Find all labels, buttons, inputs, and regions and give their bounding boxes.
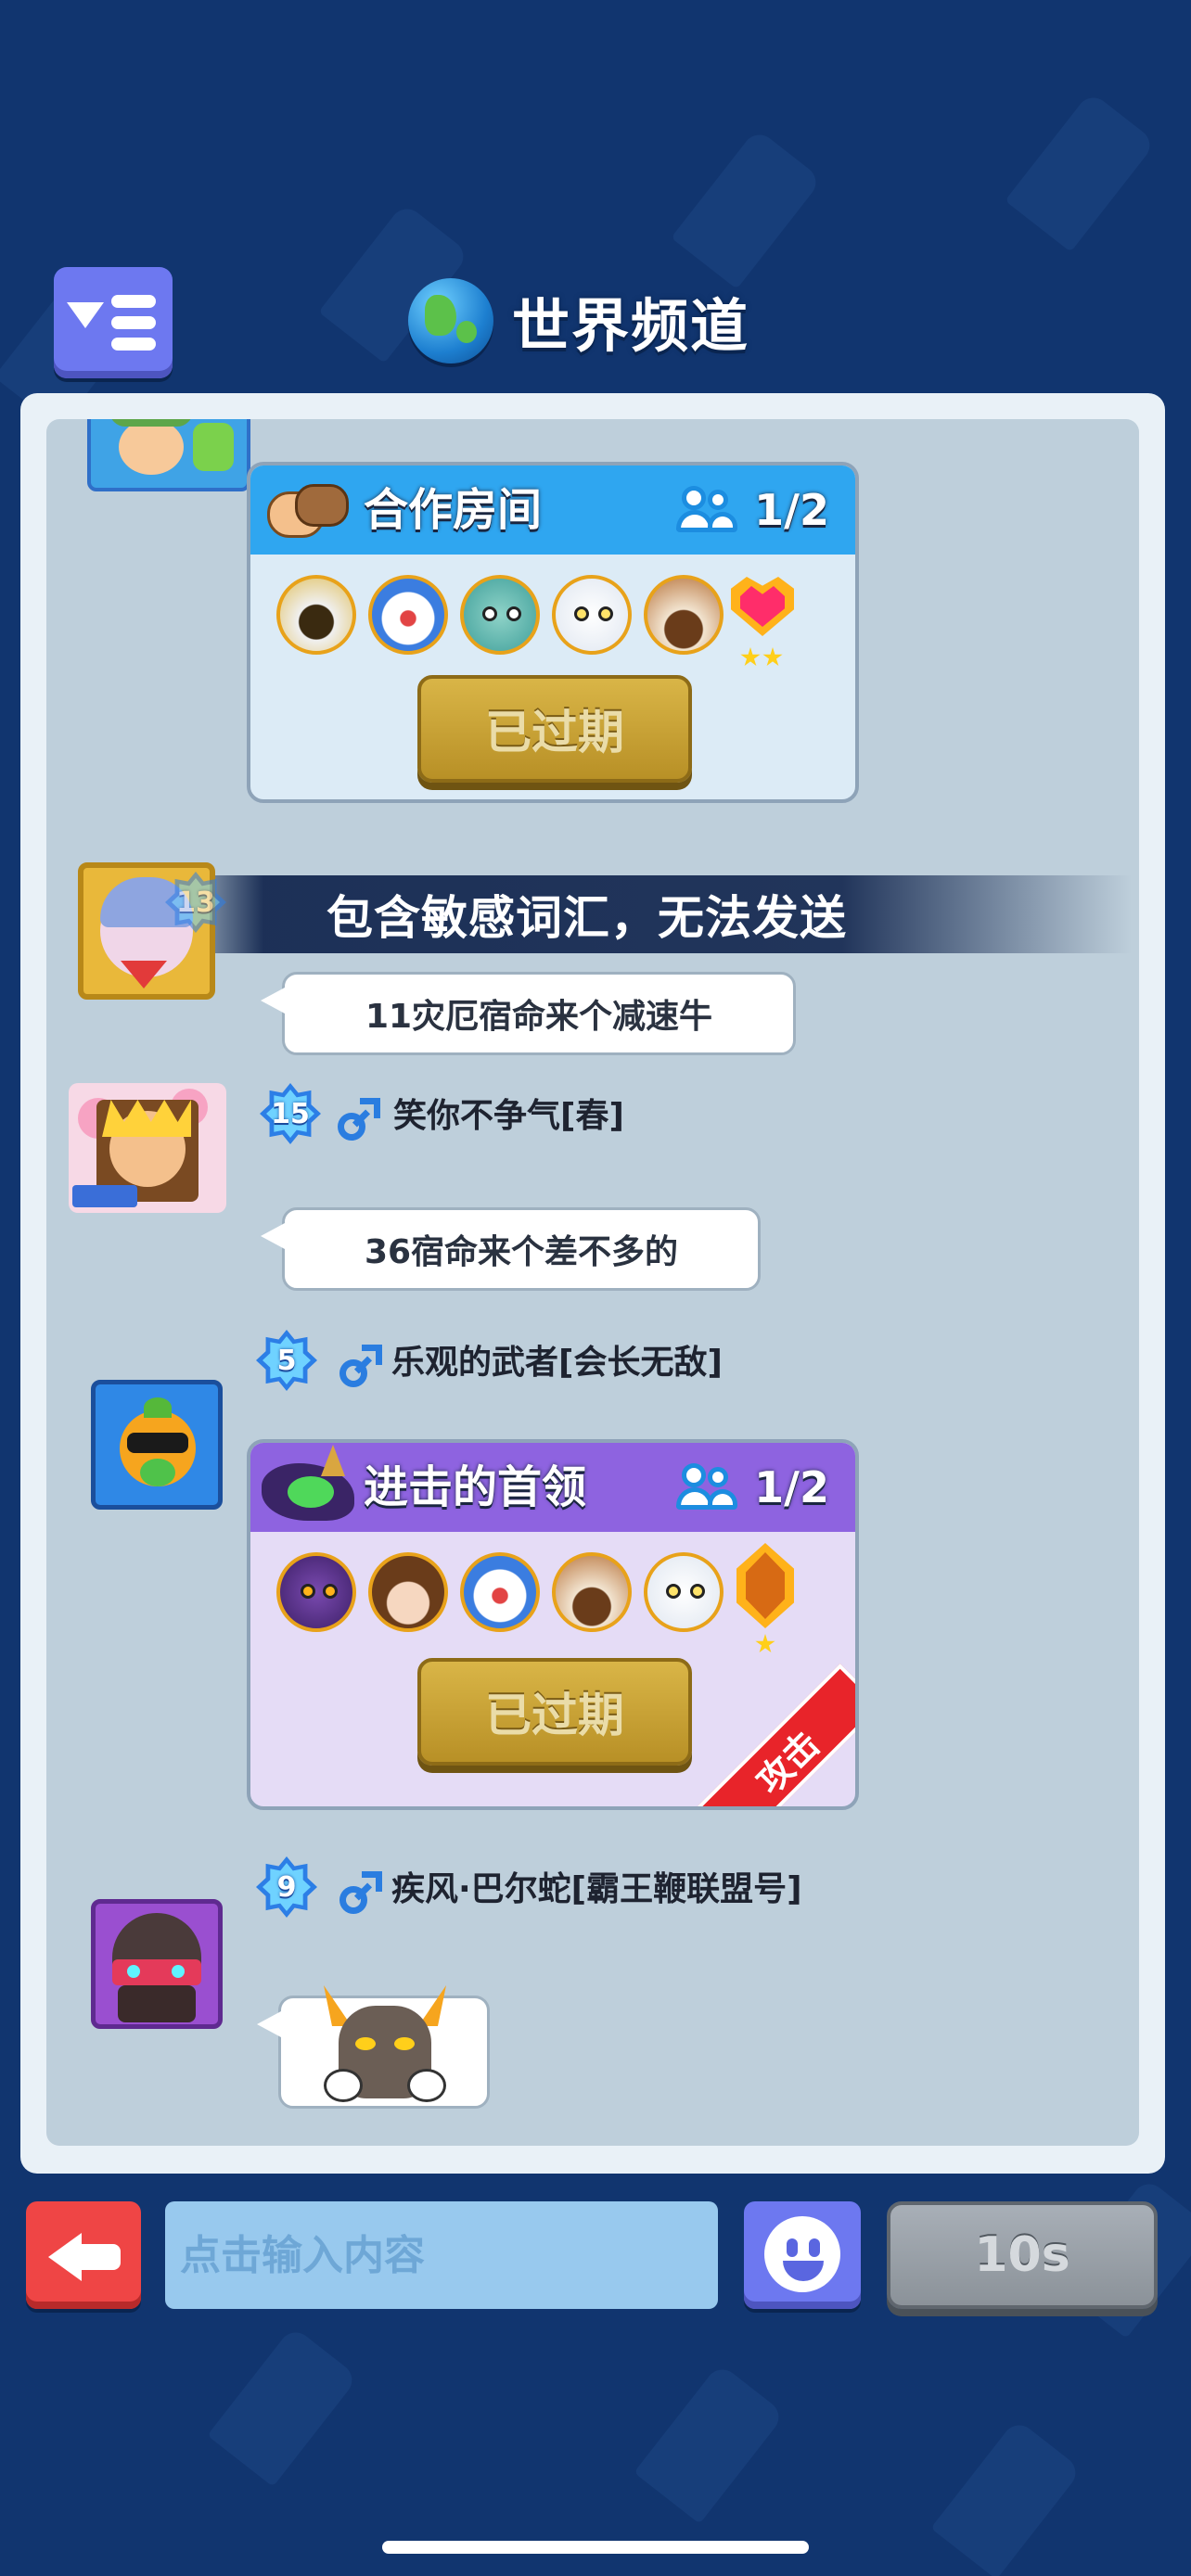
attack-tag: 攻击	[689, 1664, 855, 1806]
system-notice-text: 包含敏感词汇，无法发送	[327, 891, 847, 945]
room-title: 合作房间	[364, 484, 543, 536]
heart-gem-icon	[724, 569, 801, 644]
message-text: 11灾厄宿命来个减速牛	[365, 998, 713, 1036]
chat-bubble: 11灾厄宿命来个减速牛	[261, 972, 796, 1055]
hero-icon	[644, 1552, 724, 1632]
channel-menu-button[interactable]	[54, 267, 173, 378]
hero-icon	[276, 575, 356, 655]
avatar[interactable]	[69, 1083, 226, 1213]
hero-icon	[460, 1552, 540, 1632]
page-header: 世界频道	[408, 265, 749, 376]
player-count-value: 1/2	[754, 1462, 829, 1512]
hero-icon	[276, 1552, 356, 1632]
page-title: 世界频道	[512, 292, 750, 360]
chat-bubble: 36宿命来个差不多的	[261, 1207, 761, 1291]
attack-room-card[interactable]: 进击的首领 1/2 已过期 攻击	[247, 1439, 859, 1810]
avatar[interactable]	[91, 1380, 223, 1510]
coop-room-card[interactable]: 合作房间 1/2 已过期	[247, 462, 859, 803]
hero-icon	[552, 1552, 632, 1632]
expired-button[interactable]: 已过期	[417, 675, 692, 783]
hero-icon	[368, 1552, 448, 1632]
boss-icon	[256, 1445, 360, 1528]
level-badge: 13	[165, 872, 226, 933]
level-badge: 15	[260, 1083, 321, 1144]
hero-icon	[552, 575, 632, 655]
player-count: 1/2	[676, 465, 829, 555]
expired-button[interactable]: 已过期	[417, 1658, 692, 1766]
send-cooldown-button[interactable]: 10s	[887, 2201, 1158, 2309]
hero-icon	[460, 575, 540, 655]
system-notice-banner: 包含敏感词汇，无法发送	[167, 875, 1132, 953]
hero-lineup	[276, 1552, 724, 1632]
players-icon	[676, 1461, 738, 1513]
room-title: 进击的首领	[364, 1461, 587, 1513]
hero-icon	[644, 575, 724, 655]
amber-gem-icon	[736, 1543, 794, 1628]
player-count: 1/2	[676, 1443, 829, 1532]
globe-icon	[408, 278, 493, 363]
male-gender-icon	[339, 1345, 382, 1387]
handshake-icon	[267, 478, 349, 542]
emoji-button[interactable]	[744, 2201, 861, 2309]
hero-icon	[368, 575, 448, 655]
back-button[interactable]	[26, 2201, 141, 2309]
avatar[interactable]	[91, 1899, 223, 2029]
reward-star-icon	[755, 1634, 775, 1653]
chat-input[interactable]	[165, 2201, 718, 2309]
menu-list-icon	[67, 302, 104, 328]
username[interactable]: 乐观的武者[会长无敌]	[391, 1335, 723, 1384]
level-badge: 5	[256, 1330, 317, 1391]
level-badge: 9	[256, 1856, 317, 1918]
hero-lineup	[276, 575, 724, 655]
username[interactable]: 笑你不争气[春]	[393, 1089, 624, 1137]
players-icon	[676, 484, 738, 536]
player-count-value: 1/2	[754, 485, 829, 535]
horned-monster-sticker	[320, 1985, 450, 2102]
chat-message-list[interactable]: 合作房间 1/2 已过期 包含敏感词汇，无法发送 13 11灾厄宿命来个减速牛 …	[46, 419, 1139, 2146]
sticker-bubble	[257, 1985, 490, 2109]
back-arrow-icon	[48, 2233, 82, 2281]
male-gender-icon	[339, 1871, 382, 1914]
message-text: 36宿命来个差不多的	[364, 1233, 679, 1271]
username[interactable]: 疾风·巴尔蛇[霸王鞭联盟号]	[391, 1862, 802, 1910]
home-indicator[interactable]	[382, 2541, 809, 2554]
avatar[interactable]	[87, 419, 250, 491]
reward-star-icon	[762, 647, 783, 667]
reward-star-icon	[740, 647, 761, 667]
male-gender-icon	[338, 1098, 380, 1141]
